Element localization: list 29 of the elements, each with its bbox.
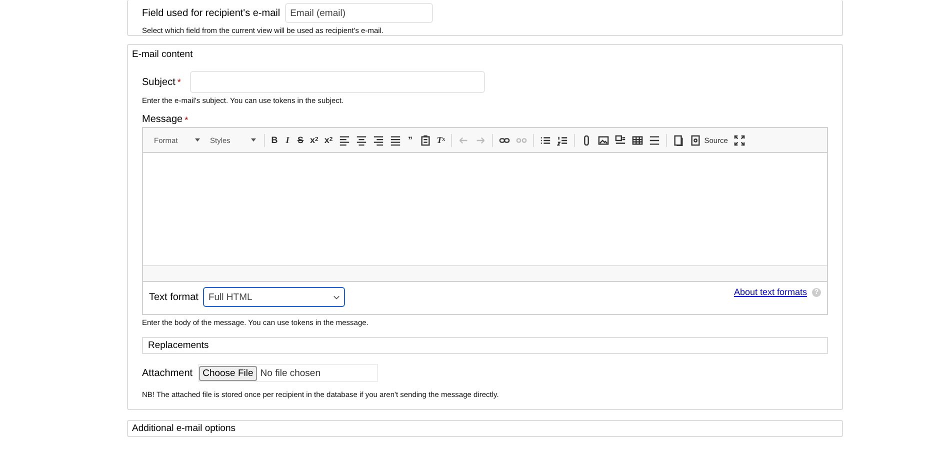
maximize-icon[interactable] xyxy=(732,133,747,147)
field-label: Subject xyxy=(142,76,176,88)
chevron-icon xyxy=(333,294,340,300)
additional-options-section[interactable]: Additional e-mail options xyxy=(127,420,843,437)
choose-file-button[interactable]: Choose File xyxy=(198,366,258,380)
field-label: Attachment xyxy=(142,368,193,378)
about-text-formats-link[interactable]: About text formats xyxy=(734,287,807,297)
format-button[interactable]: ” xyxy=(404,133,416,147)
text-format-select[interactable]: Full HTML xyxy=(203,287,346,307)
format-button[interactable]: I xyxy=(282,133,293,147)
table-icon[interactable] xyxy=(630,133,646,147)
document-icon xyxy=(690,134,702,146)
replacements-section[interactable]: Replacements xyxy=(142,337,828,354)
format-button[interactable]: x$^{2}$ xyxy=(308,133,320,147)
file-status: No file chosen xyxy=(260,368,320,378)
recipient-field-select[interactable]: Email (email) xyxy=(285,3,434,23)
format-button[interactable]: B xyxy=(269,133,280,147)
image-icon[interactable] xyxy=(596,133,612,147)
field-label: Field used for recipient's e-mail xyxy=(142,8,280,18)
field-label: Message xyxy=(142,114,183,125)
required-mark: * xyxy=(177,77,181,87)
required-mark: * xyxy=(184,114,188,124)
field-label: Text format xyxy=(149,292,198,302)
subject-input[interactable] xyxy=(190,71,485,93)
file-input[interactable]: Choose File No file chosen xyxy=(198,364,378,382)
caret-icon xyxy=(251,138,256,142)
caret-icon xyxy=(195,138,200,142)
format-button[interactable]: S xyxy=(295,133,306,147)
section-legend: E-mail content xyxy=(132,49,828,60)
